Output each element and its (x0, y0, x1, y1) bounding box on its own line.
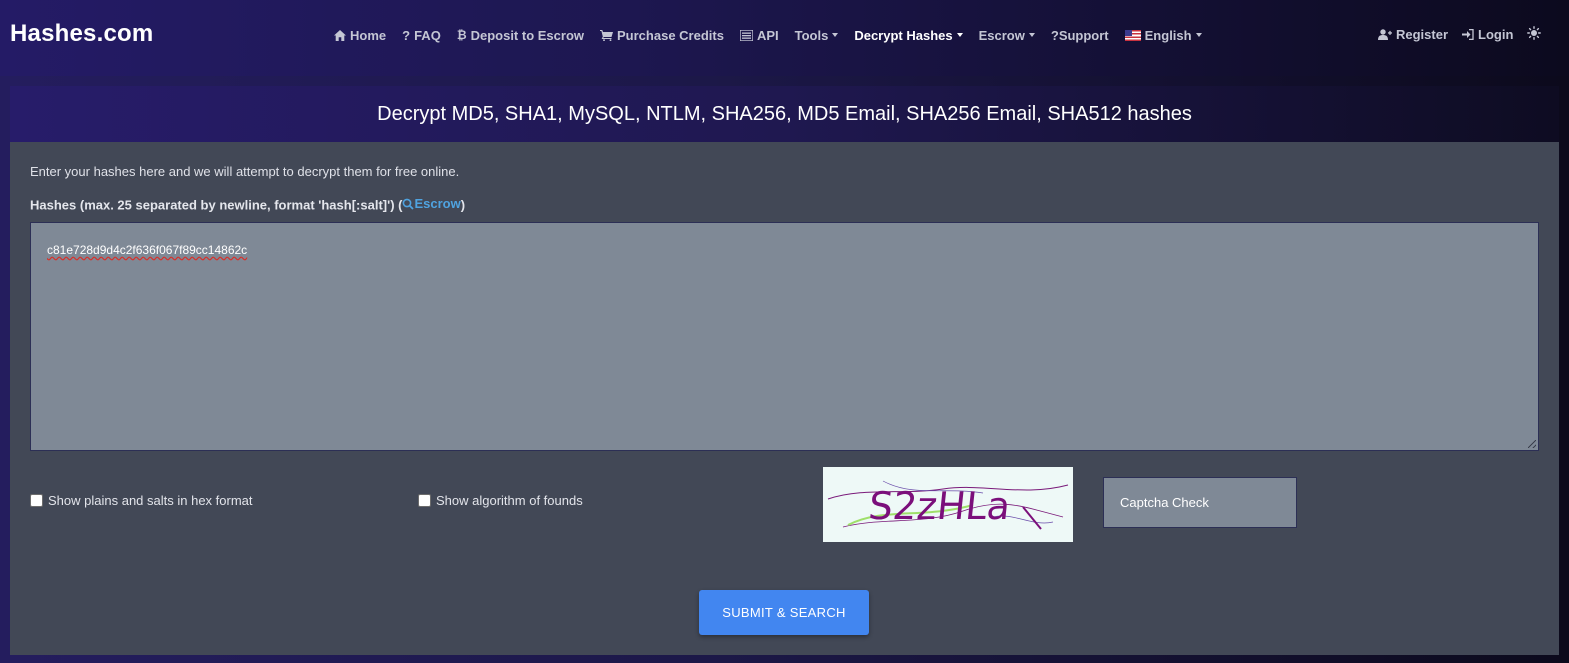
nav-decrypt-hashes-dropdown[interactable]: Decrypt Hashes (854, 27, 963, 43)
nav-escrow-dropdown[interactable]: Escrow (979, 28, 1035, 43)
captcha-image: S2zHLa (823, 467, 1073, 542)
nav-language-label: English (1144, 27, 1192, 43)
algorithm-checkbox[interactable] (418, 494, 431, 507)
top-navbar: Hashes.com Home ? FAQ ₿ Deposit to Escro… (0, 0, 1569, 76)
us-flag-icon (1124, 29, 1141, 41)
home-icon (334, 29, 346, 41)
nav-decrypt-label: Decrypt Hashes (854, 27, 953, 43)
nav-faq[interactable]: ? FAQ (402, 28, 441, 43)
intro-text: Enter your hashes here and we will attem… (30, 164, 460, 179)
nav-faq-label: FAQ (414, 27, 441, 43)
nav-tools-label: Tools (794, 27, 829, 43)
sun-icon (1527, 26, 1542, 43)
escrow-link-label: Escrow (414, 196, 461, 211)
cart-icon (600, 29, 614, 41)
captcha-text: S2zHLa (867, 484, 1013, 528)
theme-toggle[interactable] (1527, 26, 1542, 43)
hashes-textarea[interactable]: c81e728d9d4c2f636f067f89cc14862c (30, 222, 1539, 451)
account-nav: Register Login (1378, 26, 1555, 43)
hashes-label-close: ) (460, 197, 466, 213)
login-icon (1462, 29, 1474, 40)
chevron-down-icon (1028, 33, 1035, 37)
hashes-field-label: Hashes (max. 25 separated by newline, fo… (30, 196, 465, 213)
chevron-down-icon (956, 33, 963, 37)
page-title: Decrypt MD5, SHA1, MySQL, NTLM, SHA256, … (377, 102, 1192, 125)
brand-logo[interactable]: Hashes.com (10, 20, 153, 48)
algorithm-label: Show algorithm of founds (436, 493, 583, 508)
question-icon: ? (402, 27, 411, 43)
search-icon (403, 198, 415, 210)
main-nav: Home ? FAQ ₿ Deposit to Escrow Purchase … (334, 26, 1218, 44)
captcha-input[interactable]: Captcha Check (1103, 477, 1297, 528)
escrow-link[interactable]: Escrow (402, 196, 461, 211)
nav-purchase-label: Purchase Credits (617, 27, 724, 43)
panel-header: Decrypt MD5, SHA1, MySQL, NTLM, SHA256, … (10, 86, 1559, 142)
nav-register[interactable]: Register (1378, 27, 1448, 42)
submit-search-button[interactable]: SUBMIT & SEARCH (699, 590, 869, 635)
chevron-down-icon (832, 33, 839, 37)
nav-api[interactable]: API (739, 27, 779, 43)
nav-deposit-escrow[interactable]: ₿ Deposit to Escrow (457, 28, 584, 43)
user-plus-icon (1378, 29, 1392, 40)
nav-register-label: Register (1396, 27, 1449, 42)
hash-value: c81e728d9d4c2f636f067f89cc14862c (47, 243, 248, 257)
hex-format-label: Show plains and salts in hex format (48, 493, 253, 508)
nav-login-label: Login (1478, 27, 1514, 42)
chevron-down-icon (1195, 33, 1202, 37)
resize-handle-icon[interactable] (1528, 440, 1536, 448)
nav-home-label: Home (350, 27, 387, 43)
hex-format-checkbox[interactable] (30, 494, 43, 507)
hashes-label-text: Hashes (max. 25 separated by newline, fo… (30, 197, 403, 213)
nav-login[interactable]: Login (1462, 27, 1513, 42)
list-icon (739, 29, 753, 41)
decrypt-panel: Decrypt MD5, SHA1, MySQL, NTLM, SHA256, … (10, 86, 1559, 655)
bitcoin-icon: ₿ (456, 28, 467, 42)
nav-deposit-label: Deposit to Escrow (470, 27, 585, 43)
nav-support-label: Support (1058, 27, 1109, 43)
nav-home[interactable]: Home (334, 28, 386, 43)
nav-language-dropdown[interactable]: English (1124, 27, 1202, 43)
nav-tools-dropdown[interactable]: Tools (795, 28, 839, 43)
captcha-placeholder: Captcha Check (1120, 495, 1209, 510)
nav-escrow-label: Escrow (978, 27, 1025, 43)
nav-api-label: API (756, 27, 779, 43)
nav-purchase-credits[interactable]: Purchase Credits (600, 28, 724, 43)
question-icon: ? (1050, 27, 1059, 43)
hex-format-option[interactable]: Show plains and salts in hex format (30, 493, 253, 508)
nav-support[interactable]: ? Support (1051, 28, 1109, 43)
algorithm-option[interactable]: Show algorithm of founds (418, 493, 583, 508)
